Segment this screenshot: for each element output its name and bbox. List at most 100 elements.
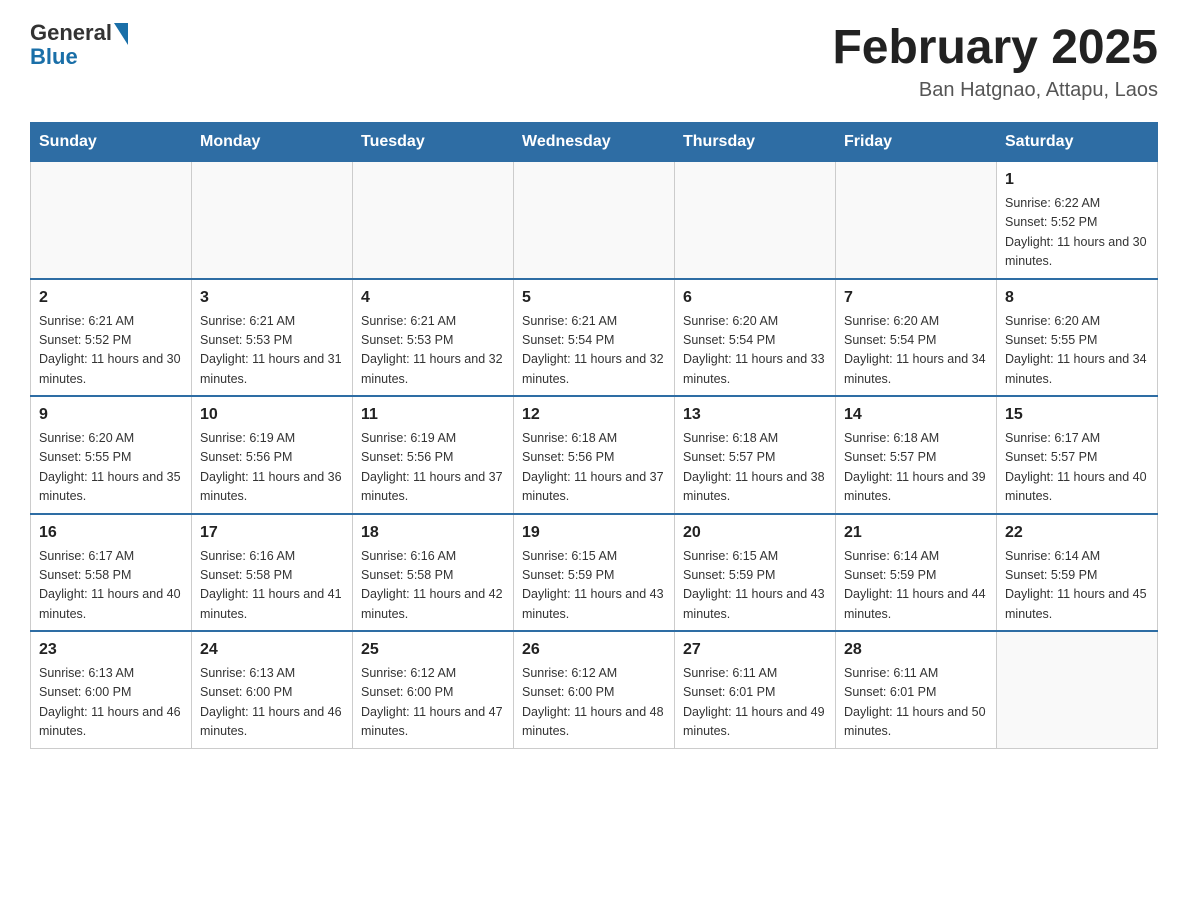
day-sun-info: Sunrise: 6:18 AMSunset: 5:57 PMDaylight:… [683,429,827,507]
calendar-day-cell [675,162,836,279]
day-number: 7 [844,286,988,310]
calendar-day-cell: 27Sunrise: 6:11 AMSunset: 6:01 PMDayligh… [675,631,836,748]
calendar-day-cell: 21Sunrise: 6:14 AMSunset: 5:59 PMDayligh… [836,514,997,632]
calendar-day-cell: 22Sunrise: 6:14 AMSunset: 5:59 PMDayligh… [997,514,1158,632]
day-sun-info: Sunrise: 6:12 AMSunset: 6:00 PMDaylight:… [361,664,505,742]
day-header-wednesday: Wednesday [514,123,675,162]
day-sun-info: Sunrise: 6:16 AMSunset: 5:58 PMDaylight:… [200,547,344,625]
day-sun-info: Sunrise: 6:18 AMSunset: 5:57 PMDaylight:… [844,429,988,507]
calendar-week-row: 9Sunrise: 6:20 AMSunset: 5:55 PMDaylight… [31,396,1158,514]
calendar-day-cell [514,162,675,279]
day-sun-info: Sunrise: 6:21 AMSunset: 5:52 PMDaylight:… [39,312,183,390]
day-number: 22 [1005,521,1149,545]
day-number: 9 [39,403,183,427]
day-sun-info: Sunrise: 6:11 AMSunset: 6:01 PMDaylight:… [844,664,988,742]
day-sun-info: Sunrise: 6:15 AMSunset: 5:59 PMDaylight:… [683,547,827,625]
calendar-day-cell: 4Sunrise: 6:21 AMSunset: 5:53 PMDaylight… [353,279,514,397]
day-number: 8 [1005,286,1149,310]
day-number: 16 [39,521,183,545]
day-header-friday: Friday [836,123,997,162]
day-number: 14 [844,403,988,427]
day-number: 21 [844,521,988,545]
day-number: 18 [361,521,505,545]
day-number: 15 [1005,403,1149,427]
day-sun-info: Sunrise: 6:20 AMSunset: 5:54 PMDaylight:… [683,312,827,390]
day-sun-info: Sunrise: 6:12 AMSunset: 6:00 PMDaylight:… [522,664,666,742]
calendar-day-cell: 5Sunrise: 6:21 AMSunset: 5:54 PMDaylight… [514,279,675,397]
calendar-week-row: 1Sunrise: 6:22 AMSunset: 5:52 PMDaylight… [31,162,1158,279]
day-sun-info: Sunrise: 6:21 AMSunset: 5:54 PMDaylight:… [522,312,666,390]
logo-arrow-icon [114,23,128,45]
day-sun-info: Sunrise: 6:14 AMSunset: 5:59 PMDaylight:… [844,547,988,625]
day-header-saturday: Saturday [997,123,1158,162]
day-number: 17 [200,521,344,545]
calendar-day-cell: 10Sunrise: 6:19 AMSunset: 5:56 PMDayligh… [192,396,353,514]
calendar-day-cell: 19Sunrise: 6:15 AMSunset: 5:59 PMDayligh… [514,514,675,632]
day-sun-info: Sunrise: 6:17 AMSunset: 5:57 PMDaylight:… [1005,429,1149,507]
calendar-day-cell: 26Sunrise: 6:12 AMSunset: 6:00 PMDayligh… [514,631,675,748]
calendar-day-cell: 1Sunrise: 6:22 AMSunset: 5:52 PMDaylight… [997,162,1158,279]
day-number: 10 [200,403,344,427]
day-number: 4 [361,286,505,310]
calendar-day-cell: 24Sunrise: 6:13 AMSunset: 6:00 PMDayligh… [192,631,353,748]
day-header-monday: Monday [192,123,353,162]
logo-general-text: General [30,20,112,46]
day-sun-info: Sunrise: 6:13 AMSunset: 6:00 PMDaylight:… [200,664,344,742]
calendar-title: February 2025 [832,20,1158,75]
location-subtitle: Ban Hatgnao, Attapu, Laos [832,79,1158,102]
calendar-day-cell: 18Sunrise: 6:16 AMSunset: 5:58 PMDayligh… [353,514,514,632]
day-number: 27 [683,638,827,662]
calendar-day-cell: 17Sunrise: 6:16 AMSunset: 5:58 PMDayligh… [192,514,353,632]
day-sun-info: Sunrise: 6:16 AMSunset: 5:58 PMDaylight:… [361,547,505,625]
title-section: February 2025 Ban Hatgnao, Attapu, Laos [832,20,1158,102]
day-number: 1 [1005,168,1149,192]
calendar-day-cell: 9Sunrise: 6:20 AMSunset: 5:55 PMDaylight… [31,396,192,514]
day-sun-info: Sunrise: 6:20 AMSunset: 5:54 PMDaylight:… [844,312,988,390]
day-number: 6 [683,286,827,310]
day-header-tuesday: Tuesday [353,123,514,162]
day-sun-info: Sunrise: 6:13 AMSunset: 6:00 PMDaylight:… [39,664,183,742]
calendar-day-cell [997,631,1158,748]
calendar-day-cell: 11Sunrise: 6:19 AMSunset: 5:56 PMDayligh… [353,396,514,514]
day-sun-info: Sunrise: 6:17 AMSunset: 5:58 PMDaylight:… [39,547,183,625]
calendar-week-row: 23Sunrise: 6:13 AMSunset: 6:00 PMDayligh… [31,631,1158,748]
calendar-day-cell: 2Sunrise: 6:21 AMSunset: 5:52 PMDaylight… [31,279,192,397]
calendar-day-cell: 3Sunrise: 6:21 AMSunset: 5:53 PMDaylight… [192,279,353,397]
page-header: General Blue February 2025 Ban Hatgnao, … [30,20,1158,102]
day-number: 11 [361,403,505,427]
day-sun-info: Sunrise: 6:19 AMSunset: 5:56 PMDaylight:… [200,429,344,507]
day-number: 26 [522,638,666,662]
day-number: 5 [522,286,666,310]
day-sun-info: Sunrise: 6:18 AMSunset: 5:56 PMDaylight:… [522,429,666,507]
day-sun-info: Sunrise: 6:21 AMSunset: 5:53 PMDaylight:… [200,312,344,390]
calendar-day-cell: 12Sunrise: 6:18 AMSunset: 5:56 PMDayligh… [514,396,675,514]
day-number: 25 [361,638,505,662]
day-sun-info: Sunrise: 6:19 AMSunset: 5:56 PMDaylight:… [361,429,505,507]
calendar-day-cell: 13Sunrise: 6:18 AMSunset: 5:57 PMDayligh… [675,396,836,514]
day-sun-info: Sunrise: 6:21 AMSunset: 5:53 PMDaylight:… [361,312,505,390]
calendar-day-cell [31,162,192,279]
day-number: 23 [39,638,183,662]
day-number: 28 [844,638,988,662]
day-sun-info: Sunrise: 6:14 AMSunset: 5:59 PMDaylight:… [1005,547,1149,625]
logo-blue-text: Blue [30,44,78,70]
calendar-day-cell: 7Sunrise: 6:20 AMSunset: 5:54 PMDaylight… [836,279,997,397]
day-sun-info: Sunrise: 6:11 AMSunset: 6:01 PMDaylight:… [683,664,827,742]
day-number: 12 [522,403,666,427]
day-sun-info: Sunrise: 6:22 AMSunset: 5:52 PMDaylight:… [1005,194,1149,272]
calendar-day-cell: 6Sunrise: 6:20 AMSunset: 5:54 PMDaylight… [675,279,836,397]
calendar-header-row: SundayMondayTuesdayWednesdayThursdayFrid… [31,123,1158,162]
calendar-day-cell [192,162,353,279]
calendar-week-row: 16Sunrise: 6:17 AMSunset: 5:58 PMDayligh… [31,514,1158,632]
calendar-day-cell: 8Sunrise: 6:20 AMSunset: 5:55 PMDaylight… [997,279,1158,397]
day-sun-info: Sunrise: 6:20 AMSunset: 5:55 PMDaylight:… [39,429,183,507]
calendar-day-cell [836,162,997,279]
calendar-day-cell: 20Sunrise: 6:15 AMSunset: 5:59 PMDayligh… [675,514,836,632]
calendar-day-cell: 25Sunrise: 6:12 AMSunset: 6:00 PMDayligh… [353,631,514,748]
day-number: 24 [200,638,344,662]
day-number: 13 [683,403,827,427]
day-number: 3 [200,286,344,310]
day-number: 2 [39,286,183,310]
calendar-week-row: 2Sunrise: 6:21 AMSunset: 5:52 PMDaylight… [31,279,1158,397]
day-number: 19 [522,521,666,545]
